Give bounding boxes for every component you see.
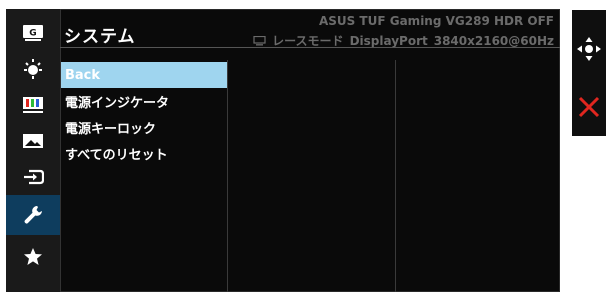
close-button[interactable]	[572, 90, 606, 124]
image-icon	[23, 134, 43, 148]
control-key-panel	[572, 10, 606, 136]
sidebar: G	[6, 9, 61, 292]
navigate-button[interactable]	[572, 32, 606, 66]
color-icon	[23, 97, 43, 113]
star-icon	[24, 248, 42, 265]
menu-item-back[interactable]: Back	[61, 62, 227, 88]
menu-item-reset-all[interactable]: すべてのリセット	[61, 140, 227, 166]
menu-item-power-key-lock[interactable]: 電源キーロック	[61, 114, 227, 140]
gameplus-icon: G	[23, 25, 43, 41]
sidebar-item-favorite[interactable]	[6, 239, 60, 275]
input-label: DisplayPort	[349, 33, 428, 48]
menu-item-power-indicator[interactable]: 電源インジケータ	[61, 88, 227, 114]
model-info: ASUS TUF Gaming VG289 HDR OFF	[318, 14, 554, 28]
gameplus-label: G	[29, 29, 36, 39]
header-divider	[60, 47, 560, 48]
close-icon	[578, 96, 600, 118]
sidebar-item-gameplus[interactable]: G	[6, 15, 60, 51]
page-title: システム	[64, 27, 136, 47]
column-divider-2	[395, 60, 396, 292]
sidebar-item-input-select[interactable]	[6, 159, 60, 195]
display-icon	[253, 35, 266, 45]
sidebar-item-system-setup[interactable]	[6, 195, 60, 235]
column-divider-1	[227, 60, 228, 292]
navigate-icon	[577, 37, 601, 61]
splendid-icon	[24, 59, 42, 79]
input-select-icon	[24, 169, 44, 185]
sidebar-item-color[interactable]	[6, 87, 60, 123]
system-menu: Back 電源インジケータ 電源キーロック すべてのリセット	[61, 62, 227, 166]
resolution-label: 3840x2160@60Hz	[433, 33, 554, 48]
sidebar-item-image[interactable]	[6, 123, 60, 159]
wrench-icon	[24, 206, 42, 224]
sidebar-item-splendid[interactable]	[6, 51, 60, 87]
